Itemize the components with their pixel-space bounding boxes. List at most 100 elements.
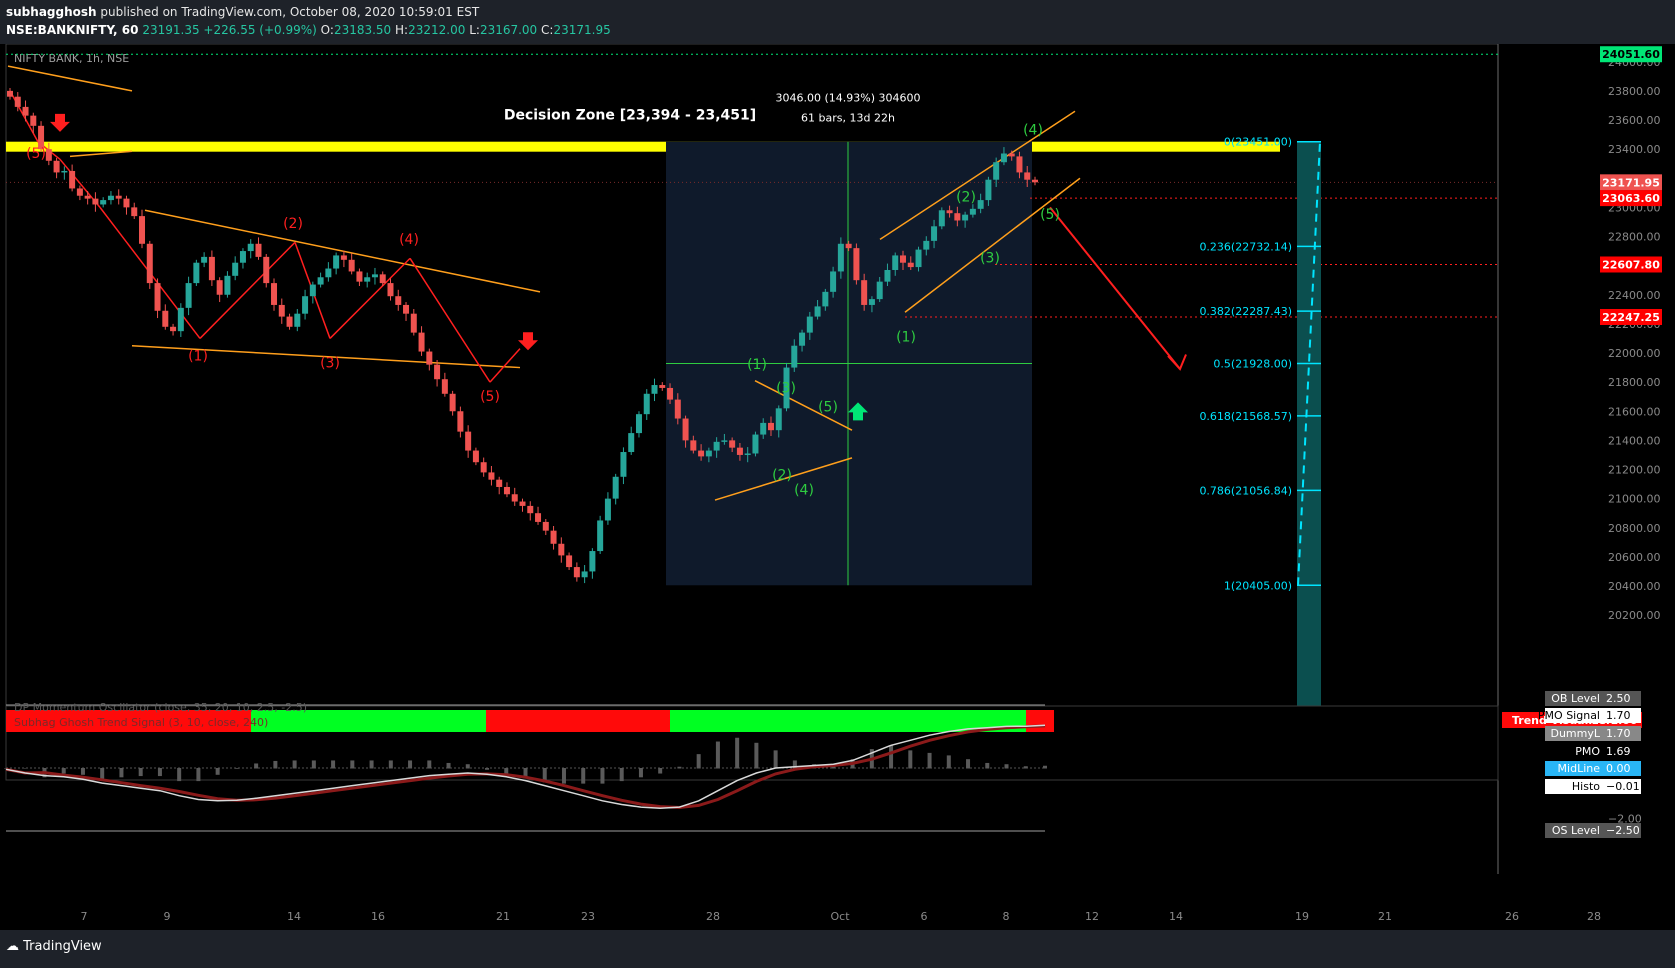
- fib-level-label: 0.382(22287.43): [1199, 305, 1292, 318]
- candle-body: [511, 494, 518, 502]
- candle-body: [100, 200, 107, 205]
- measure-box: 3046.00 (14.93%) 304600 61 bars, 13d 22h: [666, 92, 1032, 586]
- candle-body: [977, 200, 984, 209]
- candle-body: [472, 450, 479, 463]
- candle-body: [566, 555, 573, 568]
- candle-body: [853, 248, 860, 281]
- histo-bar: [908, 750, 913, 769]
- histo-bar: [619, 768, 624, 782]
- fib-level-label: 0.618(21568.57): [1199, 410, 1292, 423]
- histo-bar: [388, 760, 393, 769]
- candle-body: [519, 501, 526, 506]
- price-chart[interactable]: NIFTY BANK, 1h, NSEINR Decision Zone [23…: [0, 44, 1675, 930]
- candle-body: [255, 243, 262, 257]
- pmo-signal-tag-value: 1.70: [1606, 709, 1631, 722]
- candle-body: [698, 450, 705, 457]
- histo-bar: [927, 752, 932, 769]
- candle-body: [806, 316, 813, 333]
- histo-bar: [138, 768, 143, 777]
- decision-zone-label: Decision Zone [23,394 - 23,451]: [504, 108, 756, 124]
- candle-body: [767, 422, 774, 431]
- price-tag-label: 23171.95: [1602, 176, 1660, 189]
- tradingview-logo[interactable]: ☁ TradingView: [6, 939, 102, 954]
- candle-body: [177, 307, 184, 332]
- price-tick-label: 21000.00: [1608, 493, 1661, 506]
- wave-label-green: (3): [776, 380, 796, 396]
- candle-body: [1016, 156, 1023, 173]
- histo-bar: [427, 760, 432, 769]
- candle-body: [620, 452, 627, 477]
- candle-body: [14, 96, 21, 107]
- time-tick-label: 14: [287, 910, 301, 923]
- candle-body: [946, 210, 953, 214]
- midline-tag-label: MidLine: [1558, 762, 1601, 775]
- price-tick-label: 22800.00: [1608, 231, 1661, 244]
- candle-body: [7, 90, 13, 97]
- candle-body: [45, 149, 52, 161]
- author-name[interactable]: subhagghosh: [6, 5, 97, 19]
- fib-column: [1297, 141, 1321, 706]
- decision-zone-band: [6, 141, 1280, 152]
- candle-body: [892, 255, 899, 270]
- candle-body: [635, 414, 642, 434]
- candle-body: [527, 505, 534, 514]
- wave-label-green: (3): [980, 251, 1000, 267]
- candle-body: [721, 440, 728, 442]
- histo-bar: [561, 768, 566, 784]
- time-tick-label: 8: [1003, 910, 1010, 923]
- candle-body: [371, 274, 378, 278]
- histo-bar: [754, 742, 759, 769]
- candle-body: [993, 162, 1000, 180]
- wave-label-green: (4): [794, 482, 814, 498]
- wave-label-green: (1): [896, 329, 916, 345]
- price-tag-label: 22247.25: [1602, 311, 1660, 324]
- histo-bar: [369, 760, 374, 769]
- histo-bar: [677, 766, 682, 769]
- price-tick-label: 20200.00: [1608, 609, 1661, 622]
- candle-body: [22, 106, 29, 116]
- histo-bar: [177, 768, 182, 782]
- cloud-icon: ☁: [6, 939, 19, 954]
- histo-bar: [735, 737, 740, 769]
- histo-bar: [273, 760, 278, 769]
- histo-bar: [1043, 765, 1047, 769]
- candle-body: [239, 251, 246, 263]
- candle-body: [278, 304, 285, 317]
- candle-body: [379, 274, 386, 284]
- measure-line2: 61 bars, 13d 22h: [801, 112, 895, 125]
- price-tick-label: 21200.00: [1608, 464, 1661, 477]
- candle-body: [224, 275, 231, 295]
- histo-bar: [408, 760, 413, 769]
- candle-body: [931, 226, 938, 241]
- histo-tag-value: −0.01: [1606, 780, 1640, 793]
- candle-body: [814, 306, 821, 317]
- candle-body: [612, 476, 619, 499]
- price-tick-label: 20600.00: [1608, 551, 1661, 564]
- candle-body: [395, 296, 402, 305]
- midline-tag-value: 0.00: [1606, 762, 1631, 775]
- wave-label-red: (1): [188, 348, 208, 364]
- time-tick-label: 16: [371, 910, 385, 923]
- trend-segment: [486, 710, 670, 732]
- close-label: C:: [541, 23, 554, 37]
- histo-bar: [157, 768, 162, 777]
- histo-bar: [119, 768, 124, 778]
- histo-bar: [234, 768, 239, 769]
- brand-label: TradingView: [23, 939, 102, 954]
- candle-body: [938, 210, 945, 227]
- time-tick-label: 26: [1505, 910, 1519, 923]
- wave-label-green: (2): [772, 468, 792, 484]
- fib-level-label: 0.786(21056.84): [1199, 484, 1292, 497]
- last-price: 23191.35: [142, 23, 200, 37]
- candle-body: [309, 284, 316, 297]
- candle-body: [364, 277, 371, 282]
- candle-body: [884, 269, 891, 282]
- time-tick-label: 12: [1085, 910, 1099, 923]
- candle-body: [123, 198, 130, 208]
- candle-body: [962, 214, 969, 221]
- candle-body: [861, 280, 868, 305]
- fib-level-label: 0.236(22732.14): [1199, 240, 1292, 253]
- fib-level-label: 0(23451.00): [1224, 136, 1292, 149]
- candle-body: [201, 256, 208, 263]
- candle-body: [216, 280, 223, 295]
